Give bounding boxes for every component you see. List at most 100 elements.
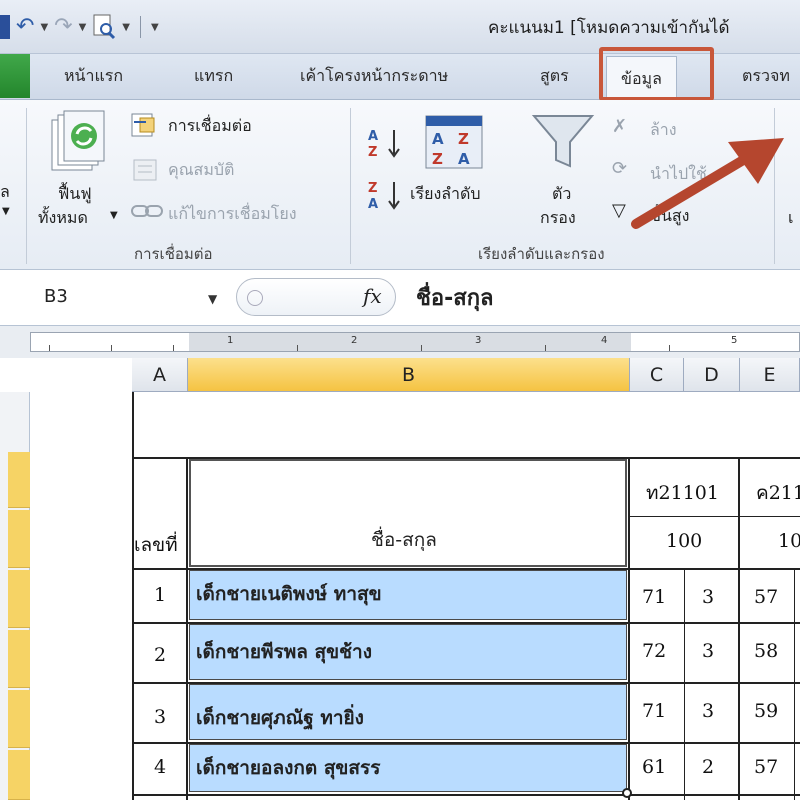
score-cell[interactable]: 71	[642, 586, 666, 608]
group-label-sort-filter: เรียงลำดับและกรอง	[478, 245, 605, 263]
formula-input[interactable]: ชื่อ-สกุล	[416, 280, 494, 315]
row-number[interactable]: 4	[154, 756, 166, 778]
clear-filter-icon: ✗	[612, 116, 628, 137]
grade-cell[interactable]: 3	[702, 700, 714, 722]
score2-cell[interactable]: 58	[754, 640, 778, 662]
refresh-all-label-1[interactable]: ฟื้นฟู	[58, 182, 92, 207]
subject2-max[interactable]: 10	[778, 530, 800, 552]
row-header-selected[interactable]	[8, 750, 30, 800]
ruler-number: 3	[475, 335, 482, 346]
subject1-code[interactable]: ท21101	[646, 478, 719, 508]
advanced-filter-icon: ▽	[612, 200, 626, 221]
reapply-icon: ⟳	[612, 158, 628, 179]
sort-a-to-z-icon[interactable]: A Z	[366, 126, 406, 160]
score2-cell[interactable]: 57	[754, 756, 778, 778]
score-cell[interactable]: 71	[642, 700, 666, 722]
tab-review[interactable]: ตรวจท	[742, 64, 790, 89]
score2-cell[interactable]: 59	[754, 700, 778, 722]
row-header-selected[interactable]	[8, 630, 30, 688]
window-title: คะแนนม1 [โหมดความเข้ากันได้	[488, 18, 730, 38]
ruler-number: 2	[351, 335, 358, 346]
data-tab-highlight	[599, 47, 714, 101]
column-header-a[interactable]: A	[132, 358, 188, 392]
row-number[interactable]: 2	[154, 644, 166, 666]
toolbar-separator	[139, 16, 141, 38]
sort-z-to-a-icon[interactable]: Z A	[366, 178, 406, 212]
svg-text:A: A	[368, 197, 378, 212]
subject2-code[interactable]: ค211	[756, 478, 800, 508]
annotation-arrow-icon	[631, 138, 784, 229]
customize-dropdown-icon[interactable]: ▼	[122, 22, 130, 33]
grade-cell[interactable]: 3	[702, 586, 714, 608]
cancel-circle-icon[interactable]	[247, 290, 263, 306]
score-cell[interactable]: 61	[642, 756, 666, 778]
properties-icon	[133, 159, 157, 181]
refresh-all-label-2[interactable]: ทั้งหมด	[38, 206, 88, 231]
score2-cell[interactable]: 57	[754, 586, 778, 608]
ruler-number: 1	[227, 335, 234, 346]
connections-icon[interactable]	[130, 112, 162, 140]
tab-insert[interactable]: แทรก	[194, 64, 233, 89]
name-cell[interactable]: เด็กชายศุภณัฐ ทายิ่ง	[189, 684, 627, 740]
ruler-number: 4	[601, 335, 608, 346]
tab-formulas[interactable]: สูตร	[540, 64, 569, 89]
tab-home[interactable]: หน้าแรก	[64, 64, 123, 89]
row-number[interactable]: 1	[154, 584, 166, 606]
name-cell[interactable]: เด็กชายพีรพล สุขช้าง	[189, 624, 627, 680]
score-cell[interactable]: 72	[642, 640, 666, 662]
svg-text:Z: Z	[368, 145, 377, 160]
column-header-d[interactable]: D	[684, 358, 740, 392]
header-name-cell[interactable]: ชื่อ-สกุล	[189, 459, 627, 567]
print-preview-icon[interactable]	[92, 14, 116, 40]
redo-dropdown-icon[interactable]: ▼	[79, 22, 87, 33]
selection-handle[interactable]	[622, 788, 632, 798]
row-header-selected[interactable]	[8, 570, 30, 628]
row-header-selected[interactable]	[8, 452, 30, 508]
cut-off-label: ล	[0, 182, 10, 201]
row-header-selected[interactable]	[8, 690, 30, 748]
grade-cell[interactable]: 2	[702, 756, 714, 778]
ruler-shaded-margin	[189, 333, 631, 351]
filter-label-1[interactable]: ตัว	[552, 182, 571, 207]
row-header-selected[interactable]	[8, 510, 30, 568]
svg-text:A: A	[458, 150, 470, 168]
svg-text:A: A	[368, 129, 378, 144]
refresh-all-icon[interactable]	[48, 110, 110, 176]
sort-button[interactable]: เรียงลำดับ	[410, 182, 481, 207]
svg-text:Z: Z	[432, 150, 443, 168]
column-header-c[interactable]: C	[630, 358, 684, 392]
name-box-dropdown-icon[interactable]: ▼	[208, 292, 217, 306]
edit-links-button[interactable]: แก้ไขการเชื่อมโยง	[168, 202, 297, 227]
grade-cell[interactable]: 3	[702, 640, 714, 662]
filter-label-2[interactable]: กรอง	[540, 206, 576, 231]
insert-function-icon[interactable]: fx	[363, 284, 382, 308]
name-box[interactable]: B3	[0, 278, 232, 316]
horizontal-ruler: 1 2 3 4 5	[30, 332, 800, 352]
connections-button[interactable]: การเชื่อมต่อ	[168, 114, 252, 139]
svg-text:Z: Z	[458, 130, 469, 148]
edit-links-icon	[131, 205, 163, 217]
sort-dialog-icon[interactable]: A Z Z A	[424, 114, 484, 170]
header-number[interactable]: เลขที่	[134, 530, 178, 560]
more-dropdown-icon[interactable]: ▼	[151, 22, 159, 33]
formula-bar: B3 ▼ fx ชื่อ-สกุล	[0, 270, 800, 326]
refresh-dropdown-icon[interactable]: ▼	[110, 210, 118, 221]
redo-icon[interactable]: ↷	[54, 12, 72, 42]
undo-icon[interactable]: ↶	[16, 12, 34, 42]
column-header-e[interactable]: E	[740, 358, 800, 392]
properties-button[interactable]: คุณสมบัติ	[168, 158, 234, 183]
name-cell[interactable]: เด็กชายอลงกต สุขสรร	[189, 744, 627, 792]
group-separator	[350, 108, 351, 264]
save-icon[interactable]	[0, 15, 10, 39]
tab-file[interactable]	[0, 54, 30, 98]
filter-icon[interactable]	[530, 110, 596, 172]
column-header-b[interactable]: B	[188, 358, 630, 392]
header-name: ชื่อ-สกุล	[371, 529, 437, 551]
cut-off-right-label: เ	[788, 208, 794, 227]
svg-text:Z: Z	[368, 181, 377, 196]
undo-dropdown-icon[interactable]: ▼	[40, 22, 48, 33]
tab-page-layout[interactable]: เค้าโครงหน้ากระดาษ	[300, 64, 448, 89]
subject1-max[interactable]: 100	[666, 530, 702, 552]
row-number[interactable]: 3	[154, 706, 166, 728]
name-cell[interactable]: เด็กชายเนติพงษ์ ทาสุข	[189, 570, 627, 620]
